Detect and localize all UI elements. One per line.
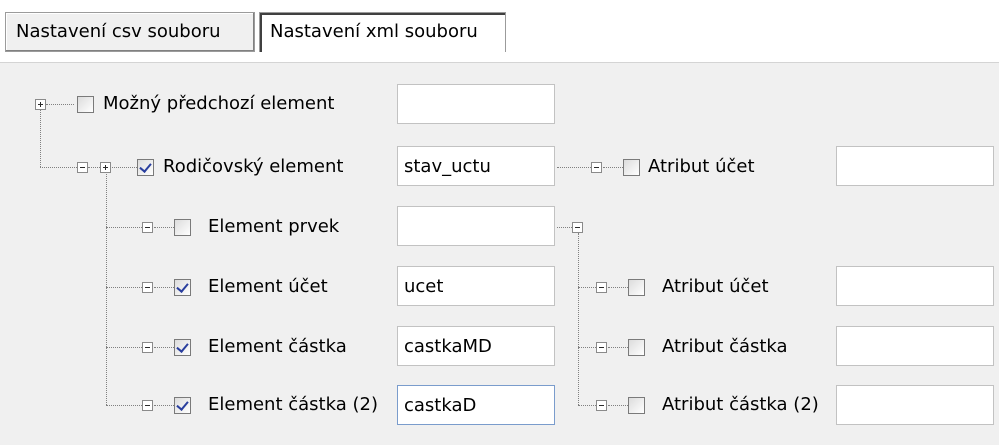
input-element-account[interactable] [397, 266, 555, 306]
collapse-icon[interactable] [77, 162, 88, 173]
input-element-amount-2[interactable] [397, 385, 555, 425]
collapse-icon[interactable] [142, 400, 153, 411]
collapse-icon[interactable] [142, 222, 153, 233]
checkbox-element-account[interactable] [174, 279, 191, 296]
collapse-icon[interactable] [591, 162, 602, 173]
tree-line [106, 405, 142, 406]
input-element-item[interactable] [397, 206, 555, 246]
input-previous-element[interactable] [397, 84, 555, 124]
label-element-item: Element prvek [208, 216, 340, 237]
label-previous-element: Možný předchozí element [103, 93, 335, 114]
checkbox-attribute-account[interactable] [628, 279, 645, 296]
expand-icon[interactable] [100, 162, 111, 173]
checkbox-element-amount[interactable] [174, 339, 191, 356]
label-element-amount-2: Element částka (2) [208, 394, 378, 415]
input-attribute-account[interactable] [836, 266, 994, 306]
tree-line [608, 347, 628, 348]
tree-line [46, 104, 74, 105]
checkbox-parent-element[interactable] [137, 159, 154, 176]
expand-icon[interactable] [35, 99, 46, 110]
label-attribute-account: Atribut účet [662, 276, 769, 297]
tree-line [40, 110, 41, 167]
tree-line [603, 167, 623, 168]
tab-csv-settings[interactable]: Nastavení csv souboru [5, 12, 255, 52]
collapse-icon[interactable] [596, 400, 607, 411]
tab-xml-settings[interactable]: Nastavení xml souboru [259, 12, 506, 52]
tree-line [578, 233, 579, 405]
tree-line [40, 167, 77, 168]
input-element-amount[interactable] [397, 326, 555, 366]
label-element-amount: Element částka [208, 336, 347, 357]
tree-line [106, 287, 142, 288]
label-parent-attribute-account: Atribut účet [648, 156, 755, 177]
tree-line [106, 172, 107, 405]
checkbox-element-amount-2[interactable] [174, 397, 191, 414]
label-parent-element: Rodičovský element [163, 156, 344, 177]
input-attribute-amount-2[interactable] [836, 385, 994, 425]
tree-line [557, 167, 591, 168]
tree-line [154, 347, 174, 348]
tree-line [154, 405, 174, 406]
tree-line [557, 227, 572, 228]
tree-line [106, 347, 142, 348]
tree-line [608, 287, 628, 288]
tree-line [112, 167, 137, 168]
checkbox-parent-attribute-account[interactable] [623, 159, 640, 176]
tree-line [154, 227, 174, 228]
tree-line [88, 167, 100, 168]
collapse-icon[interactable] [596, 282, 607, 293]
tree-line [578, 287, 596, 288]
label-attribute-amount: Atribut částka [662, 336, 788, 357]
input-parent-element[interactable] [397, 146, 555, 186]
input-parent-attribute-account[interactable] [836, 146, 994, 186]
checkbox-attribute-amount-2[interactable] [628, 397, 645, 414]
tree-line [578, 347, 596, 348]
input-attribute-amount[interactable] [836, 326, 994, 366]
checkbox-attribute-amount[interactable] [628, 339, 645, 356]
tree-line [154, 287, 174, 288]
checkbox-previous-element[interactable] [77, 96, 94, 113]
collapse-icon[interactable] [572, 222, 583, 233]
collapse-icon[interactable] [596, 342, 607, 353]
tree-line [106, 227, 142, 228]
label-element-account: Element účet [208, 276, 328, 297]
checkbox-element-item[interactable] [174, 219, 191, 236]
tree-line [608, 405, 628, 406]
tree-line [578, 405, 596, 406]
collapse-icon[interactable] [142, 342, 153, 353]
label-attribute-amount-2: Atribut částka (2) [662, 394, 819, 415]
collapse-icon[interactable] [142, 282, 153, 293]
